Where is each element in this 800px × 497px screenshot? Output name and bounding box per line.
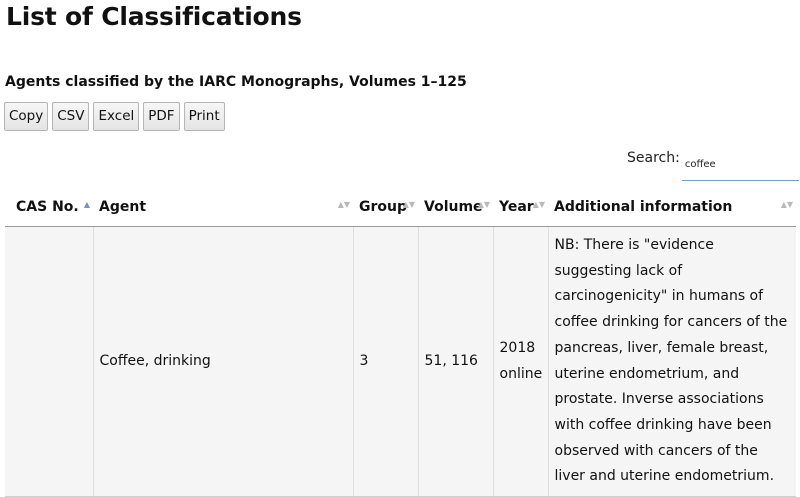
sort-ascending-icon: ▲ <box>83 200 90 209</box>
sort-icon: ▲▼ <box>337 200 350 209</box>
table-row: Coffee, drinking 3 51, 116 2018 online N… <box>5 226 796 497</box>
column-header-agent[interactable]: Agent ▲▼ <box>93 188 353 227</box>
search-label: Search: <box>627 150 680 166</box>
export-toolbar: Copy CSV Excel PDF Print <box>4 102 225 131</box>
search-input[interactable] <box>681 148 799 181</box>
cell-additional-info: NB: There is "evidence suggesting lack o… <box>547 226 796 497</box>
column-header-volume-label: Volume <box>424 199 483 215</box>
sort-icon: ▲▼ <box>477 200 490 209</box>
excel-button[interactable]: Excel <box>93 102 140 131</box>
cell-group: 3 <box>352 226 418 497</box>
column-header-cas[interactable]: CAS No. ▲ <box>5 188 93 227</box>
cell-agent: Coffee, drinking <box>92 226 353 497</box>
sort-icon: ▲▼ <box>780 200 793 209</box>
column-header-volume[interactable]: Volume ▲▼ <box>418 188 493 227</box>
page-subtitle: Agents classified by the IARC Monographs… <box>5 74 467 90</box>
cell-cas <box>5 226 93 497</box>
copy-button[interactable]: Copy <box>4 102 49 131</box>
search-box: Search: <box>627 148 799 181</box>
csv-button[interactable]: CSV <box>52 102 90 131</box>
sort-icon: ▲▼ <box>402 200 415 209</box>
cell-year: 2018 online <box>492 226 548 497</box>
column-header-agent-label: Agent <box>99 199 147 215</box>
print-button[interactable]: Print <box>183 102 225 131</box>
pdf-button[interactable]: PDF <box>143 102 180 131</box>
page-title: List of Classifications <box>6 2 302 31</box>
column-header-info[interactable]: Additional information ▲▼ <box>548 188 796 227</box>
column-header-group[interactable]: Group ▲▼ <box>353 188 418 227</box>
cell-volume: 51, 116 <box>417 226 493 497</box>
column-header-group-label: Group <box>359 199 408 215</box>
sort-icon: ▲▼ <box>532 200 545 209</box>
table-header-row: CAS No. ▲ Agent ▲▼ Group ▲▼ Volume ▲▼ Ye… <box>5 188 796 227</box>
column-header-info-label: Additional information <box>554 199 733 215</box>
classifications-table: CAS No. ▲ Agent ▲▼ Group ▲▼ Volume ▲▼ Ye… <box>5 188 796 497</box>
column-header-cas-label: CAS No. <box>16 199 79 215</box>
column-header-year-label: Year <box>499 199 534 215</box>
column-header-year[interactable]: Year ▲▼ <box>493 188 548 227</box>
